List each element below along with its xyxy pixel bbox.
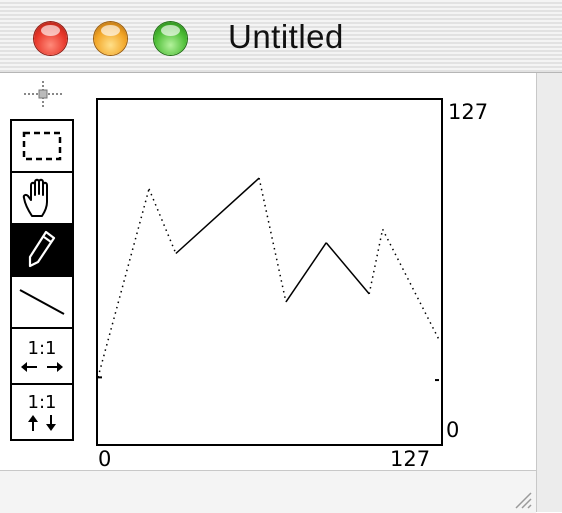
x-axis-min-label: 0 [98, 447, 112, 471]
horizontal-ratio-label: 1:1 [27, 338, 57, 359]
tool-palette: 1:1 1:1 [10, 119, 74, 441]
window-title: Untitled [228, 18, 344, 55]
x-axis-max-label: 127 [390, 447, 431, 471]
graph-canvas[interactable] [96, 98, 443, 446]
line-icon [19, 289, 65, 315]
graph-segment-4 [285, 242, 327, 303]
marquee-select-tool[interactable] [10, 119, 74, 173]
horizontal-scrollbar[interactable] [0, 470, 536, 513]
vertical-arrows-icon [28, 415, 56, 431]
zoom-button[interactable] [154, 22, 187, 55]
hand-icon [22, 178, 48, 217]
move-crosshair-icon[interactable] [22, 80, 64, 108]
y-axis-max-label: 127 [448, 100, 489, 124]
title-bar[interactable]: Untitled [0, 0, 562, 73]
line-tool[interactable] [10, 275, 74, 329]
graph-segment-3 [258, 177, 287, 303]
graph-segment-6 [368, 229, 384, 295]
pencil-icon [28, 230, 56, 268]
graph-segment-1 [148, 188, 177, 254]
graph-segment-0 [98, 188, 150, 378]
graph-segment-2 [175, 177, 260, 255]
minimize-button[interactable] [94, 22, 127, 55]
graph-segment-7 [381, 228, 440, 341]
vertical-ratio-label: 1:1 [27, 392, 57, 413]
resize-grip-icon[interactable] [512, 489, 532, 509]
horizontal-arrows-icon [21, 362, 63, 372]
graph-plot [98, 177, 440, 382]
vertical-scrollbar[interactable] [536, 73, 562, 512]
close-button[interactable] [34, 22, 67, 55]
pencil-tool[interactable] [10, 223, 74, 277]
vertical-1-to-1-tool[interactable]: 1:1 [10, 383, 74, 441]
dashed-rectangle-icon [22, 131, 62, 161]
horizontal-1-to-1-tool[interactable]: 1:1 [10, 327, 74, 385]
y-axis-min-label: 0 [446, 418, 460, 442]
hand-tool[interactable] [10, 171, 74, 225]
graph-segment-5 [325, 242, 370, 295]
